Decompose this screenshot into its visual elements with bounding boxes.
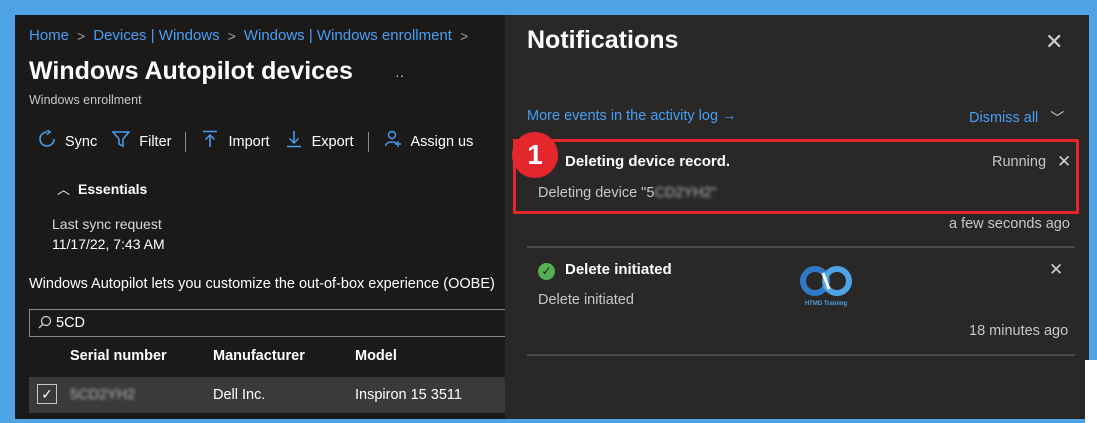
import-button[interactable]: Import (200, 130, 270, 153)
chevron-down-icon[interactable]: ﹀ (1050, 108, 1064, 128)
export-label: Export (311, 133, 354, 150)
search-icon (38, 315, 52, 332)
breadcrumb-windows-enrollment[interactable]: Windows | Windows enrollment (244, 27, 452, 44)
import-label: Import (228, 133, 270, 150)
filter-label: Filter (139, 133, 172, 150)
edge-strip (1085, 360, 1097, 423)
chevron-up-icon: ︿ (57, 182, 71, 197)
more-options-button[interactable]: ·· (395, 67, 404, 83)
upload-icon (200, 130, 220, 153)
last-sync-label: Last sync request (52, 216, 162, 232)
breadcrumb-home[interactable]: Home (29, 27, 69, 44)
page-title: Windows Autopilot devices (29, 57, 353, 85)
checkmark-success-icon: ✓ (538, 263, 555, 280)
export-button[interactable]: Export (284, 130, 354, 153)
chevron-right-icon: > (227, 27, 236, 44)
close-icon[interactable]: ✕ (1049, 260, 1063, 280)
filter-button[interactable]: Filter (111, 130, 171, 153)
search-input[interactable]: 5CD (29, 309, 519, 337)
sync-label: Sync (65, 133, 98, 150)
screenshot-frame: Home > Devices | Windows > Windows | Win… (15, 15, 1089, 419)
activity-log-link[interactable]: More events in the activity log → (527, 108, 737, 124)
logo-text: HTMD Training (804, 301, 848, 307)
notification-body: Delete initiated (538, 292, 634, 308)
sync-icon (37, 129, 57, 153)
highlight-box (513, 139, 1079, 214)
column-manufacturer[interactable]: Manufacturer (213, 348, 305, 364)
sync-button[interactable]: Sync (37, 129, 98, 153)
row-checkbox[interactable]: ✓ (37, 384, 57, 404)
cell-model: Inspiron 15 3511 (355, 387, 462, 403)
table-row[interactable]: ✓ 5CD2YH2 Dell Inc. Inspiron 15 3511 (29, 377, 519, 413)
breadcrumb-devices-windows[interactable]: Devices | Windows (93, 27, 219, 44)
breadcrumb: Home > Devices | Windows > Windows | Win… (29, 27, 476, 44)
column-model[interactable]: Model (355, 348, 397, 364)
table-header: Serial number Manufacturer Model (29, 343, 519, 371)
close-icon[interactable]: ✕ (1045, 29, 1063, 55)
page-description: Windows Autopilot lets you customize the… (29, 276, 495, 292)
assign-user-label: Assign us (410, 133, 474, 150)
assign-user-button[interactable]: Assign us (383, 130, 474, 153)
dismiss-all-button[interactable]: Dismiss all ﹀ (969, 108, 1064, 128)
divider (527, 354, 1075, 356)
command-bar: Sync Filter Import Export Assign us (37, 129, 487, 153)
column-serial-number[interactable]: Serial number (70, 348, 167, 364)
person-add-icon (383, 130, 403, 153)
last-sync-value: 11/17/22, 7:43 AM (52, 236, 165, 252)
toolbar-divider (185, 131, 187, 152)
chevron-right-icon: > (459, 27, 469, 44)
htmd-logo: HTMD Training (795, 265, 857, 315)
cell-serial-number: 5CD2YH2 (70, 387, 136, 403)
essentials-toggle[interactable]: ︿ Essentials (57, 179, 147, 198)
toolbar-divider (367, 131, 369, 152)
divider (527, 246, 1075, 248)
search-value: 5CD (56, 315, 86, 331)
autopilot-page: Home > Devices | Windows > Windows | Win… (15, 15, 519, 419)
notifications-title: Notifications (527, 26, 679, 54)
essentials-label: Essentials (78, 180, 148, 197)
filter-icon (111, 130, 131, 153)
notification-time: a few seconds ago (949, 216, 1070, 232)
chevron-right-icon: > (77, 27, 86, 44)
download-icon (284, 130, 304, 153)
step-number-badge: 1 (512, 132, 558, 178)
cell-manufacturer: Dell Inc. (213, 387, 266, 403)
notification-time: 18 minutes ago (969, 323, 1069, 339)
notification-title: Delete initiated (565, 261, 672, 278)
dismiss-all-label: Dismiss all (969, 110, 1039, 126)
notifications-panel: Notifications ✕ More events in the activ… (505, 15, 1089, 419)
page-subtitle: Windows enrollment (29, 93, 142, 107)
